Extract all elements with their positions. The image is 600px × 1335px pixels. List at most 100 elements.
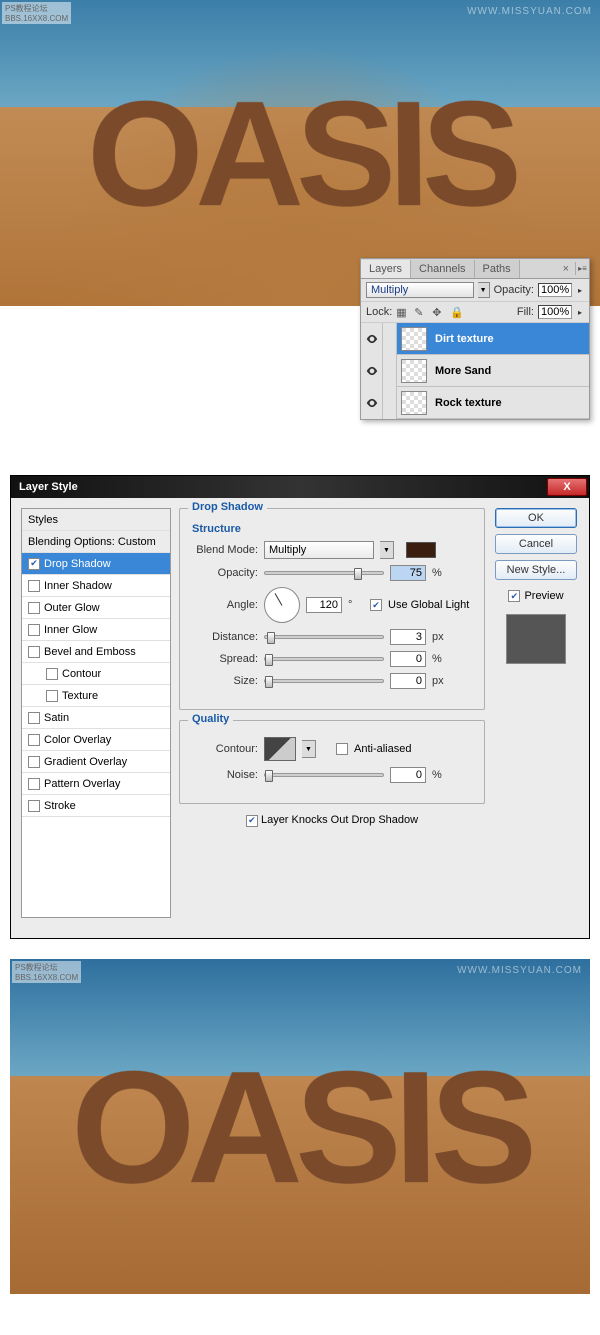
style-item-satin[interactable]: Satin — [22, 707, 170, 729]
style-item-styles[interactable]: Styles — [22, 509, 170, 531]
distance-row: Distance: 3 px — [192, 629, 472, 645]
checkbox-icon[interactable] — [28, 712, 40, 724]
checkbox-icon[interactable] — [28, 778, 40, 790]
percent-unit: % — [432, 769, 448, 781]
dialog-title: Layer Style — [19, 481, 547, 493]
checkbox-icon[interactable] — [28, 602, 40, 614]
opacity-arrow-icon[interactable]: ▸ — [576, 286, 584, 295]
style-item-stroke[interactable]: Stroke — [22, 795, 170, 817]
dropdown-arrow-icon[interactable]: ▼ — [380, 541, 394, 559]
style-item-pattern-overlay[interactable]: Pattern Overlay — [22, 773, 170, 795]
style-item-blending[interactable]: Blending Options: Custom — [22, 531, 170, 553]
watermark-top-right: WWW.MISSYUAN.COM — [457, 965, 582, 976]
style-item-bevel[interactable]: Bevel and Emboss — [22, 641, 170, 663]
style-item-outer-glow[interactable]: Outer Glow — [22, 597, 170, 619]
opacity-input[interactable]: 75 — [390, 565, 426, 581]
layer-row-rock-texture[interactable]: Rock texture — [361, 387, 589, 419]
tab-channels[interactable]: Channels — [411, 260, 474, 278]
layer-row-more-sand[interactable]: More Sand — [361, 355, 589, 387]
visibility-toggle-icon[interactable] — [361, 387, 383, 419]
ok-button[interactable]: OK — [495, 508, 577, 528]
noise-label: Noise: — [192, 769, 258, 781]
layer-thumbnail[interactable] — [401, 359, 427, 383]
checkbox-icon[interactable] — [28, 756, 40, 768]
checkbox-icon[interactable] — [28, 558, 40, 570]
layers-lock-row: Lock: ▦ ✎ ✥ 🔒 Fill: 100% ▸ — [361, 302, 589, 323]
layer-row-dirt-texture[interactable]: Dirt texture — [361, 323, 589, 355]
preview-checkbox[interactable] — [508, 590, 520, 602]
distance-slider[interactable] — [264, 635, 384, 639]
px-unit: px — [432, 631, 448, 643]
style-item-contour[interactable]: Contour — [22, 663, 170, 685]
spread-label: Spread: — [192, 653, 258, 665]
angle-input[interactable]: 120 — [306, 597, 342, 613]
knockout-checkbox[interactable] — [246, 815, 258, 827]
blend-mode-select[interactable]: Multiply — [366, 282, 474, 298]
structure-fieldset: Drop Shadow Structure Blend Mode: Multip… — [179, 508, 485, 710]
percent-unit: % — [432, 653, 448, 665]
layer-thumbnail[interactable] — [401, 391, 427, 415]
blend-mode-select[interactable]: Multiply — [264, 541, 374, 559]
blend-mode-dropdown-icon[interactable]: ▼ — [478, 282, 490, 298]
dropdown-arrow-icon[interactable]: ▼ — [302, 740, 316, 758]
new-style-button[interactable]: New Style... — [495, 560, 577, 580]
layer-thumbnail[interactable] — [401, 327, 427, 351]
checkbox-icon[interactable] — [28, 624, 40, 636]
size-input[interactable]: 0 — [390, 673, 426, 689]
layer-name[interactable]: Rock texture — [431, 397, 589, 409]
fill-arrow-icon[interactable]: ▸ — [576, 308, 584, 317]
lock-transparency-icon[interactable]: ▦ — [396, 306, 408, 318]
layer-link-cell[interactable] — [383, 387, 397, 419]
contour-picker[interactable] — [264, 737, 296, 761]
dialog-close-button[interactable]: X — [547, 478, 587, 496]
lock-paint-icon[interactable]: ✎ — [414, 306, 426, 318]
tab-layers[interactable]: Layers — [361, 260, 411, 278]
style-item-color-overlay[interactable]: Color Overlay — [22, 729, 170, 751]
opacity-input[interactable]: 100% — [538, 283, 572, 297]
checkbox-icon[interactable] — [46, 668, 58, 680]
spread-input[interactable]: 0 — [390, 651, 426, 667]
layer-link-cell[interactable] — [383, 355, 397, 387]
size-slider[interactable] — [264, 679, 384, 683]
angle-row: Angle: 120 ° Use Global Light — [192, 587, 472, 623]
noise-input[interactable]: 0 — [390, 767, 426, 783]
checkbox-icon[interactable] — [28, 800, 40, 812]
watermark-top-left: PS教程论坛 BBS.16XX8.COM — [2, 2, 71, 24]
distance-input[interactable]: 3 — [390, 629, 426, 645]
tab-paths[interactable]: Paths — [475, 260, 520, 278]
layer-name[interactable]: More Sand — [431, 365, 589, 377]
checkbox-icon[interactable] — [28, 734, 40, 746]
noise-slider[interactable] — [264, 773, 384, 777]
spread-row: Spread: 0 % — [192, 651, 472, 667]
panel-menu-icon[interactable]: ▸≡ — [575, 262, 589, 275]
lock-all-icon[interactable]: 🔒 — [450, 306, 462, 318]
style-item-inner-shadow[interactable]: Inner Shadow — [22, 575, 170, 597]
checkbox-icon[interactable] — [28, 646, 40, 658]
angle-label: Angle: — [192, 599, 258, 611]
style-item-drop-shadow[interactable]: Drop Shadow — [22, 553, 170, 575]
preview-swatch — [506, 614, 566, 664]
antialiased-checkbox[interactable] — [336, 743, 348, 755]
opacity-slider[interactable] — [264, 571, 384, 575]
checkbox-icon[interactable] — [28, 580, 40, 592]
fill-input[interactable]: 100% — [538, 305, 572, 319]
panel-close-icon[interactable]: × — [557, 263, 575, 275]
style-item-inner-glow[interactable]: Inner Glow — [22, 619, 170, 641]
dialog-titlebar[interactable]: Layer Style X — [11, 476, 589, 498]
style-item-gradient-overlay[interactable]: Gradient Overlay — [22, 751, 170, 773]
lock-position-icon[interactable]: ✥ — [432, 306, 444, 318]
shadow-color-swatch[interactable] — [406, 542, 436, 558]
layer-link-cell[interactable] — [383, 323, 397, 355]
style-item-texture[interactable]: Texture — [22, 685, 170, 707]
noise-row: Noise: 0 % — [192, 767, 472, 783]
use-global-checkbox[interactable] — [370, 599, 382, 611]
layer-name[interactable]: Dirt texture — [431, 333, 589, 345]
angle-dial[interactable] — [264, 587, 300, 623]
structure-heading: Structure — [192, 523, 472, 535]
checkbox-icon[interactable] — [46, 690, 58, 702]
visibility-toggle-icon[interactable] — [361, 323, 383, 355]
cancel-button[interactable]: Cancel — [495, 534, 577, 554]
visibility-toggle-icon[interactable] — [361, 355, 383, 387]
blend-mode-row: Blend Mode: Multiply ▼ — [192, 541, 472, 559]
spread-slider[interactable] — [264, 657, 384, 661]
